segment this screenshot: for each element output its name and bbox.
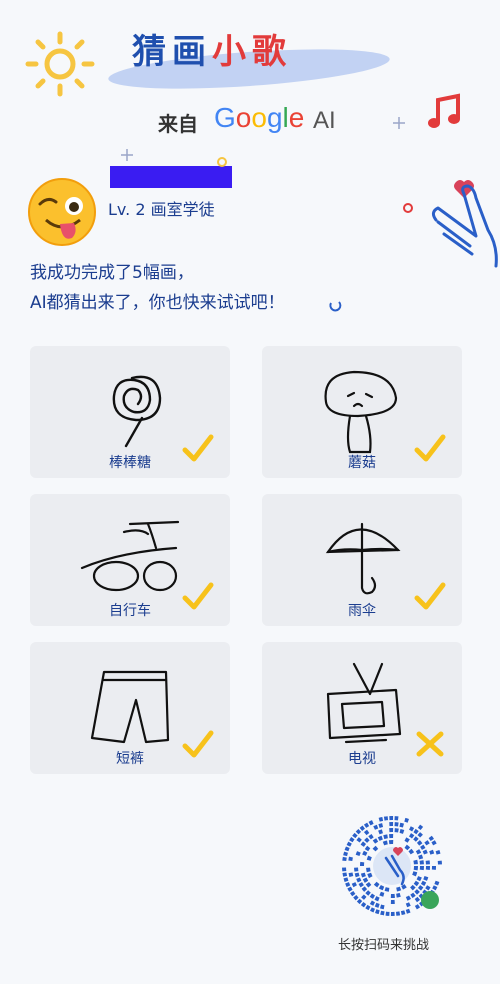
check-icon	[182, 730, 214, 758]
drawing-card-bicycle[interactable]: 自行车	[30, 494, 230, 626]
drawing-card-mushroom[interactable]: 蘑菇	[262, 346, 462, 478]
ai-label: AI	[313, 107, 336, 134]
app-title: 猜画小歌	[132, 32, 292, 72]
drawing-card-shorts[interactable]: 短裤	[30, 642, 230, 774]
check-icon	[182, 582, 214, 610]
check-icon	[414, 582, 446, 610]
check-icon	[414, 434, 446, 462]
username-redacted	[110, 166, 232, 188]
music-note-icon	[428, 93, 460, 128]
sun-icon	[25, 31, 95, 97]
drawing-card-tv[interactable]: 电视	[262, 642, 462, 774]
share-message: 我成功完成了5幅画， AI都猜出来了，你也快来试试吧！	[30, 258, 285, 318]
dot-icon	[217, 157, 227, 167]
check-icon	[182, 434, 214, 462]
spinner-icon	[329, 301, 342, 312]
sparkle-icon	[393, 117, 405, 129]
google-logo: Google	[214, 102, 305, 133]
avatar	[28, 178, 96, 246]
qr-code[interactable]	[340, 814, 444, 918]
cross-icon	[416, 731, 444, 757]
message-line-1: 我成功完成了5幅画，	[30, 263, 194, 283]
qr-label: 长按扫码来挑战	[338, 938, 430, 953]
hand-heart-icon	[403, 180, 498, 268]
user-level: Lv. 2 画室学徒	[108, 200, 215, 219]
from-label: 来自	[158, 112, 198, 136]
drawing-card-umbrella[interactable]: 雨伞	[262, 494, 462, 626]
drawing-card-lollipop[interactable]: 棒棒糖	[30, 346, 230, 478]
message-line-2: AI都猜出来了，你也快来试试吧！	[30, 293, 285, 313]
sparkle-icon	[121, 149, 133, 161]
